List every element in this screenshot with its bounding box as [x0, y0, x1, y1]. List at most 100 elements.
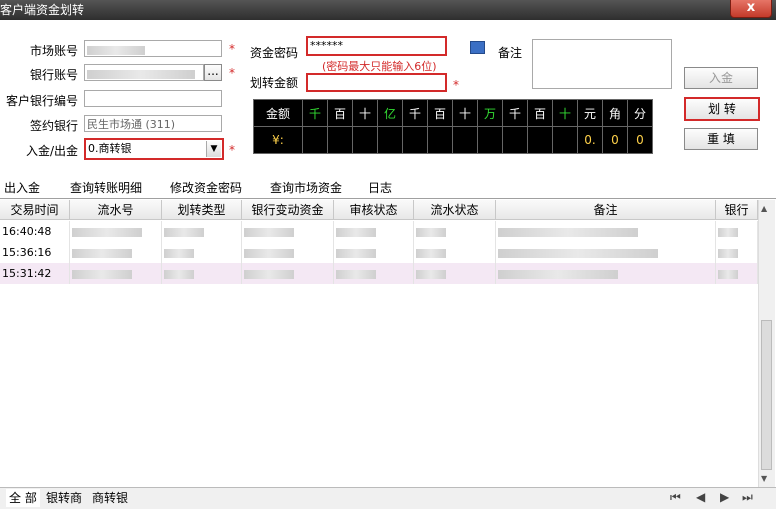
- amount-digit: [527, 126, 553, 154]
- time-cell: 15:36:16: [0, 242, 70, 263]
- amount-digit: [302, 126, 328, 154]
- amount-digit: 0: [602, 126, 628, 154]
- deposit-button[interactable]: 入金: [684, 67, 758, 89]
- amount-digit: [452, 126, 478, 154]
- direction-select[interactable]: 0.商转银 ▼: [84, 138, 224, 160]
- market-account-input[interactable]: [84, 40, 222, 57]
- blurred-cell: [242, 263, 334, 284]
- blurred-cell: [334, 221, 414, 242]
- amount-unit: 亿: [377, 99, 403, 127]
- next-page-icon[interactable]: ▶: [720, 490, 729, 504]
- transfer-table: 交易时间 流水号 划转类型 银行变动资金 审核状态 流水状态 备注 银行 16:…: [0, 200, 758, 487]
- first-page-icon[interactable]: ⏮: [670, 490, 681, 505]
- last-page-icon[interactable]: ⏭: [742, 490, 753, 505]
- signed-bank-label: 签约银行: [29, 119, 78, 133]
- customer-bank-no-label: 客户银行编号: [5, 94, 78, 108]
- required-mark: *: [229, 66, 235, 80]
- bank-account-input[interactable]: [84, 64, 204, 81]
- reset-button[interactable]: 重 填: [684, 128, 758, 150]
- table-row[interactable]: 16:40:48: [0, 221, 758, 242]
- blurred-cell: [496, 221, 716, 242]
- column-header[interactable]: 备注: [496, 200, 716, 220]
- tab-deposit-withdraw[interactable]: 出入金: [4, 179, 54, 197]
- remark-label: 备注: [497, 46, 522, 60]
- bank-account-browse-button[interactable]: ...: [204, 64, 222, 81]
- amount-unit: 角: [602, 99, 628, 127]
- tab-transfer-detail[interactable]: 查询转账明细: [70, 179, 142, 197]
- blurred-cell: [242, 221, 334, 242]
- calendar-icon[interactable]: [470, 41, 485, 54]
- blurred-cell: [70, 263, 162, 284]
- blurred-cell: [334, 263, 414, 284]
- title-bar: 客户端资金划转 x: [0, 0, 776, 20]
- amount-unit: 百: [327, 99, 353, 127]
- blurred-cell: [70, 242, 162, 263]
- amount-unit: 千: [502, 99, 528, 127]
- direction-value: 0.商转银: [88, 142, 132, 155]
- filter-tab-bank-to-merchant[interactable]: 银转商: [46, 489, 82, 507]
- time-cell: 15:31:42: [0, 263, 70, 284]
- blurred-cell: [716, 221, 758, 242]
- amount-unit: 十: [552, 99, 578, 127]
- password-label: 资金密码: [249, 46, 298, 60]
- blurred-cell: [334, 242, 414, 263]
- bank-account-label: 银行账号: [29, 68, 78, 82]
- table-row[interactable]: 15:31:42: [0, 263, 758, 284]
- scroll-up-icon[interactable]: ▲: [761, 204, 767, 213]
- tab-change-password[interactable]: 修改资金密码: [170, 179, 242, 197]
- required-mark: *: [453, 78, 459, 92]
- amount-currency-label: ¥:: [253, 126, 303, 154]
- amount-unit: 万: [477, 99, 503, 127]
- amount-grid-header: 金额: [253, 99, 303, 127]
- column-header[interactable]: 银行变动资金: [242, 200, 334, 220]
- amount-digit: 0.: [577, 126, 603, 154]
- column-header[interactable]: 流水状态: [414, 200, 496, 220]
- amount-label: 划转金额: [249, 76, 298, 90]
- prev-page-icon[interactable]: ◀: [696, 490, 705, 504]
- tab-market-funds[interactable]: 查询市场资金: [270, 179, 342, 197]
- tab-log[interactable]: 日志: [368, 179, 392, 197]
- amount-digit: [377, 126, 403, 154]
- required-mark: *: [229, 42, 235, 56]
- blurred-cell: [414, 263, 496, 284]
- column-header[interactable]: 流水号: [70, 200, 162, 220]
- signed-bank-field: 民生市场通 (311): [84, 115, 222, 132]
- filter-tab-all[interactable]: 全 部: [6, 489, 40, 507]
- column-header[interactable]: 审核状态: [334, 200, 414, 220]
- amount-unit: 元: [577, 99, 603, 127]
- table-row[interactable]: 15:36:16: [0, 242, 758, 263]
- blurred-cell: [162, 263, 242, 284]
- close-button[interactable]: x: [730, 0, 772, 18]
- transfer-button[interactable]: 划 转: [684, 97, 760, 121]
- amount-unit: 十: [452, 99, 478, 127]
- amount-digit: [327, 126, 353, 154]
- amount-digit: 0: [627, 126, 653, 154]
- blurred-cell: [162, 221, 242, 242]
- amount-unit: 千: [402, 99, 428, 127]
- column-header[interactable]: 银行: [716, 200, 758, 220]
- scroll-down-icon[interactable]: ▼: [761, 474, 767, 483]
- vertical-scrollbar[interactable]: ▲ ▼: [758, 200, 775, 487]
- blurred-cell: [414, 242, 496, 263]
- remark-textarea[interactable]: [532, 39, 672, 89]
- blurred-cell: [162, 242, 242, 263]
- blurred-cell: [242, 242, 334, 263]
- password-hint: (密码最大只能输入6位): [322, 60, 437, 73]
- scrollbar-thumb[interactable]: [761, 320, 772, 470]
- blurred-cell: [496, 263, 716, 284]
- window-title: 客户端资金划转: [0, 3, 85, 17]
- blurred-cell: [716, 263, 758, 284]
- bottom-bar: 全 部 银转商 商转银 ⏮ ◀ ▶ ⏭: [0, 487, 776, 509]
- customer-bank-no-input[interactable]: [84, 90, 222, 107]
- blurred-cell: [414, 221, 496, 242]
- amount-digit: [477, 126, 503, 154]
- column-header[interactable]: 划转类型: [162, 200, 242, 220]
- column-header[interactable]: 交易时间: [0, 200, 70, 220]
- password-input[interactable]: ******: [306, 36, 447, 56]
- amount-unit: 百: [427, 99, 453, 127]
- blurred-cell: [70, 221, 162, 242]
- amount-digit: [352, 126, 378, 154]
- chevron-down-icon[interactable]: ▼: [206, 141, 221, 157]
- amount-input[interactable]: [306, 73, 447, 92]
- filter-tab-merchant-to-bank[interactable]: 商转银: [92, 489, 128, 507]
